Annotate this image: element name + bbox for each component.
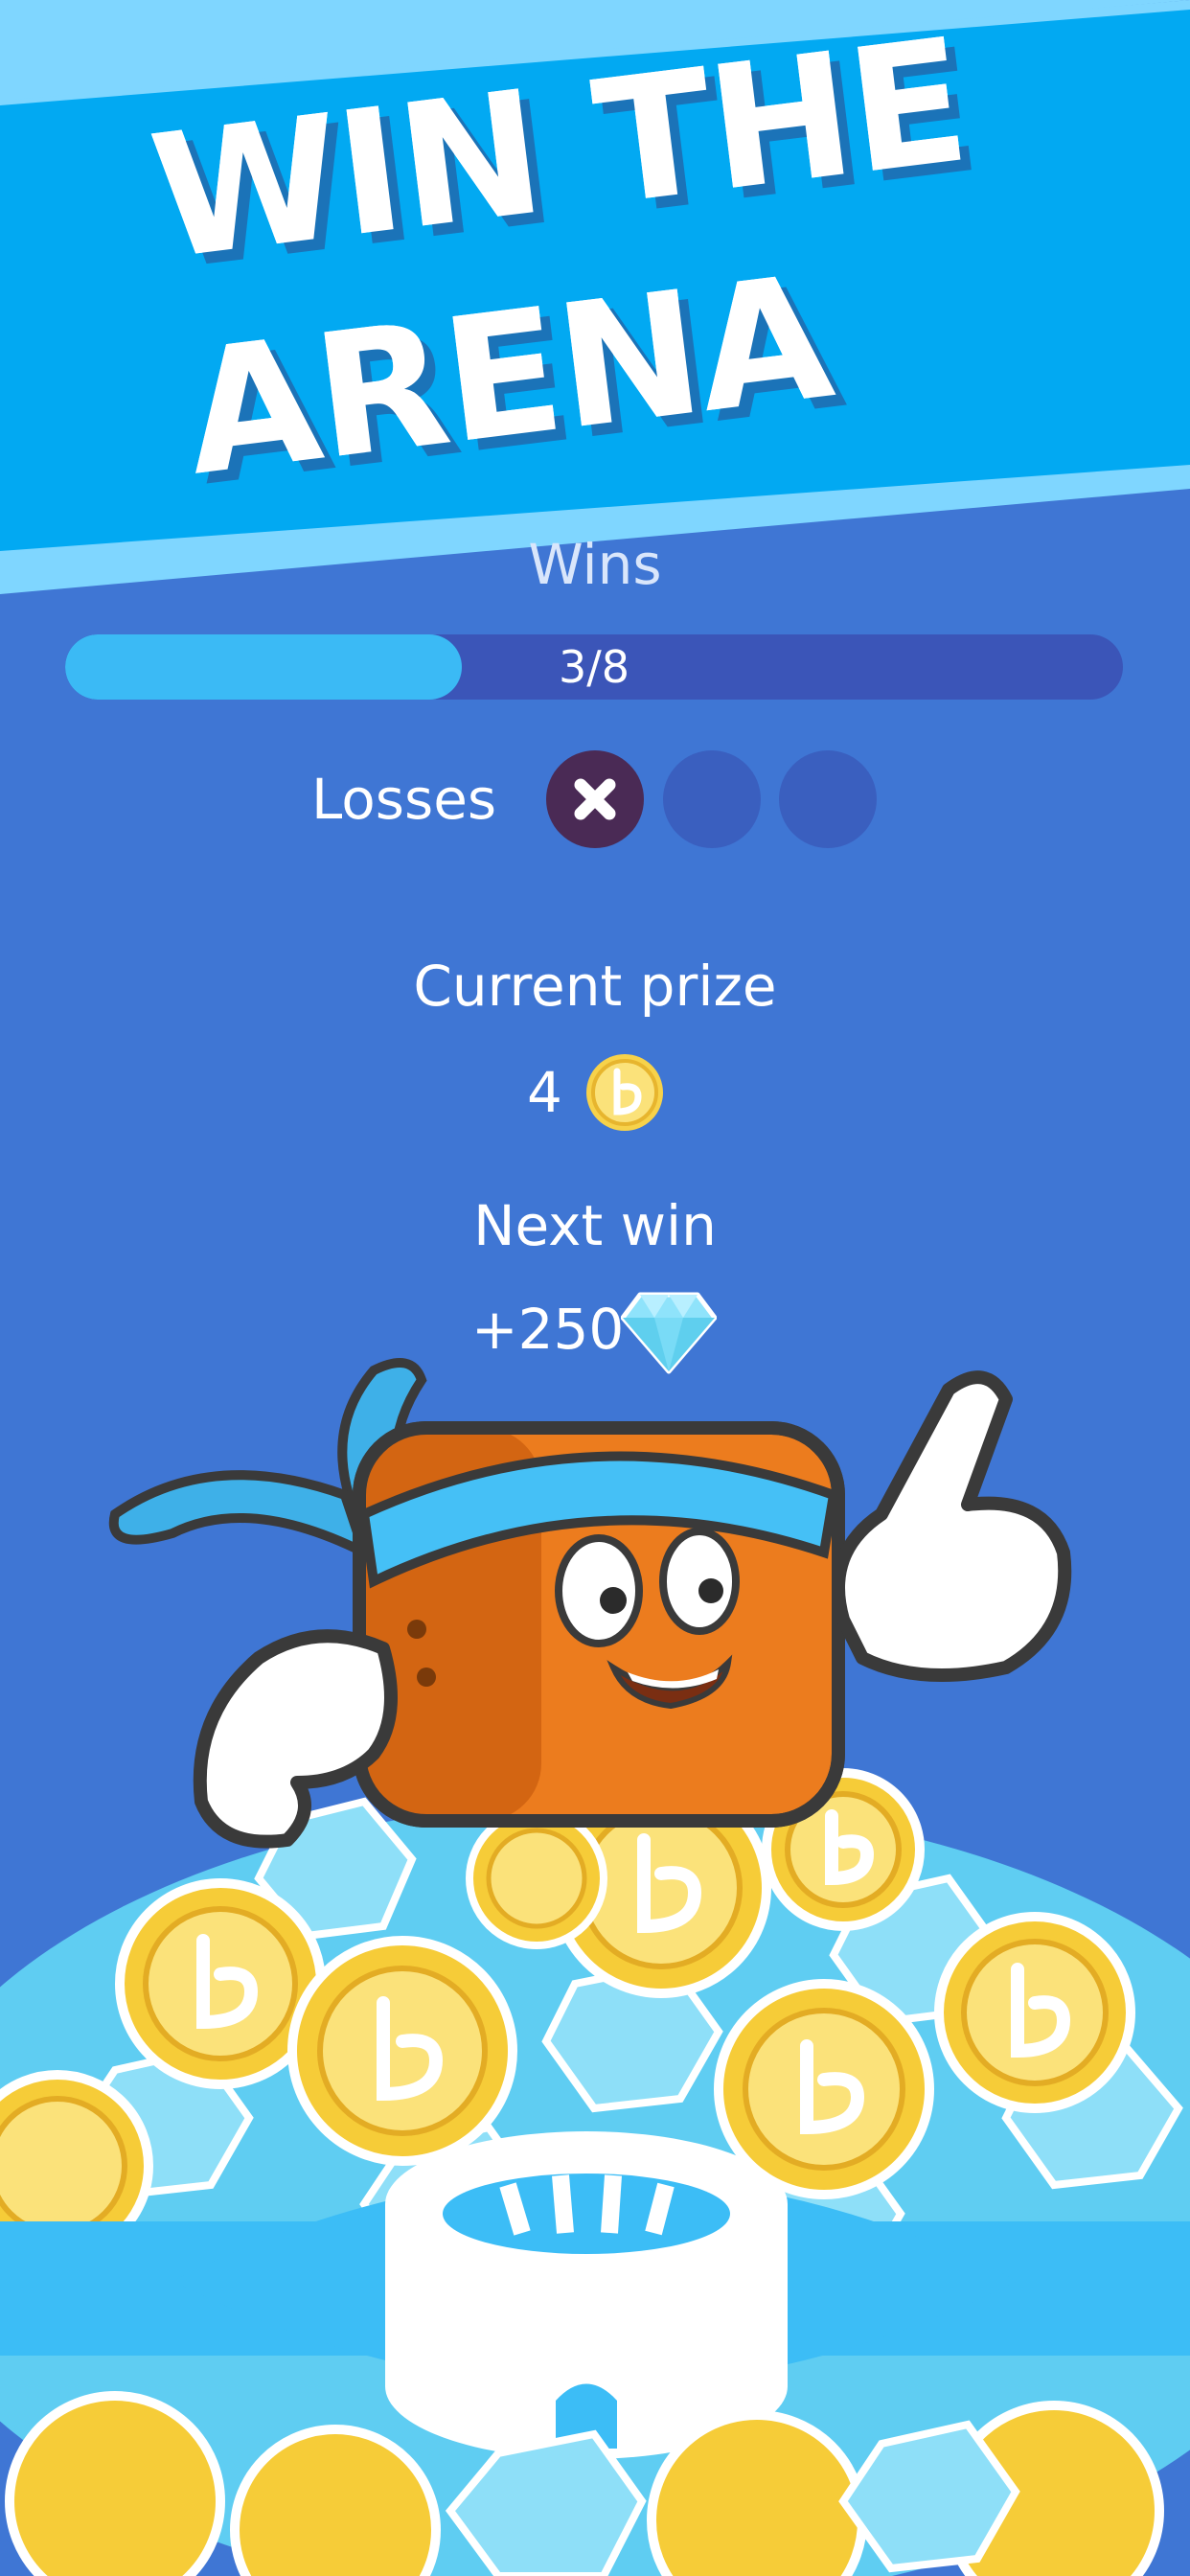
current-prize-row: 4 (0, 1052, 1190, 1138)
glove-right (832, 1370, 1072, 1682)
mascot-character (108, 1358, 1072, 1849)
losses-label: Losses (311, 767, 497, 832)
loss-slot-used (546, 750, 644, 848)
wins-count: 3/8 (558, 641, 630, 693)
loss-slot-empty (663, 750, 761, 848)
wins-label: Wins (528, 532, 662, 597)
mascot-illustration (0, 1358, 1190, 2576)
wins-progress-bar: 3/8 (65, 634, 1123, 700)
x-icon (574, 778, 616, 820)
loss-slot-empty (779, 750, 877, 848)
current-prize-value: 4 (527, 1060, 562, 1125)
coin-icon (586, 1054, 663, 1131)
next-win-label: Next win (473, 1193, 717, 1258)
current-prize-label: Current prize (413, 954, 777, 1019)
stadium-icon (385, 2131, 788, 2459)
